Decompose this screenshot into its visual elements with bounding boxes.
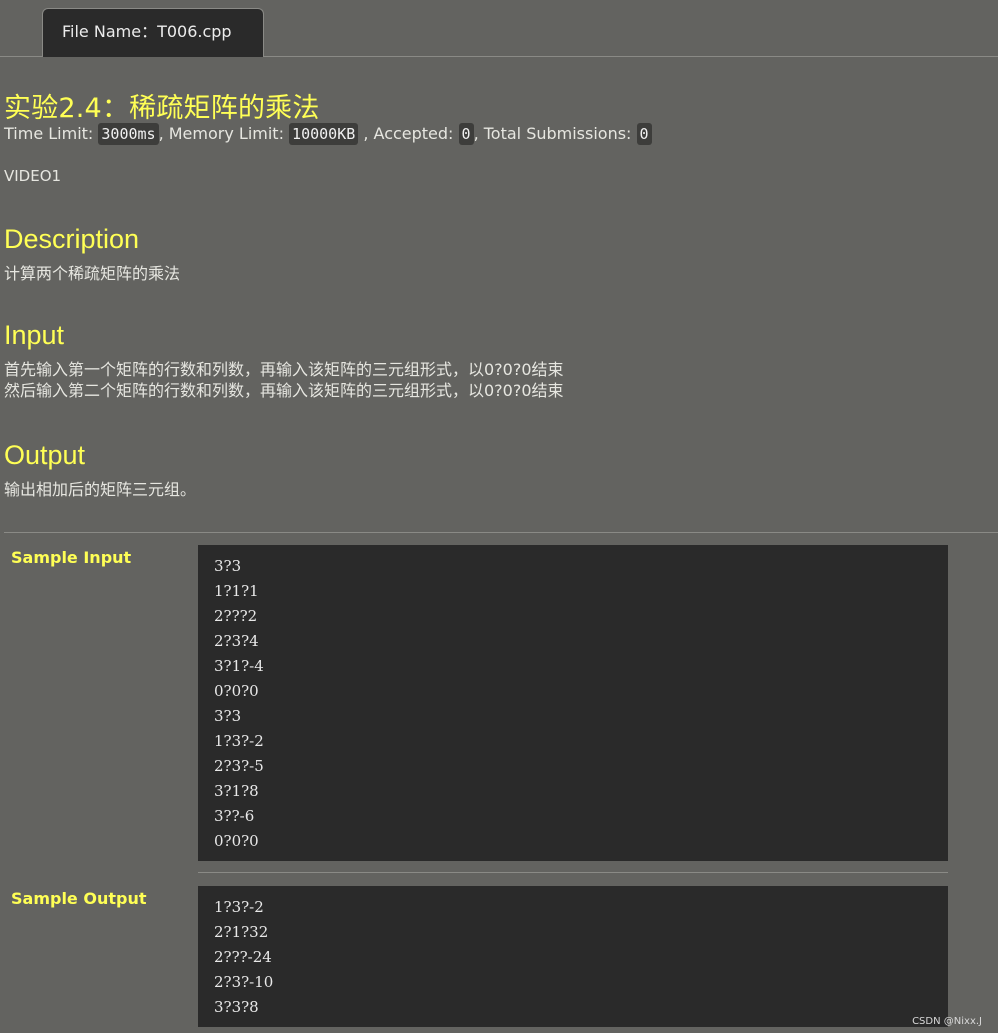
code-line: 3?3 — [214, 707, 242, 725]
input-text-line-1: 首先输入第一个矩阵的行数和列数，再输入该矩阵的三元组形式，以0?0?0结束 — [4, 360, 564, 379]
code-line: 3?3 — [214, 557, 242, 575]
tab-file-name[interactable]: File Name：T006.cpp — [42, 8, 264, 57]
code-line: 0?0?0 — [214, 682, 259, 700]
code-line: 2?3?-10 — [214, 973, 274, 991]
code-line: 3?1?8 — [214, 782, 259, 800]
code-line: 2?1?32 — [214, 923, 269, 941]
memory-limit-value: 10000KB — [289, 123, 359, 145]
total-submissions-label: , Total Submissions: — [473, 124, 637, 143]
input-text-line-2: 然后输入第二个矩阵的行数和列数，再输入该矩阵的三元组形式，以0?0?0结束 — [4, 381, 564, 400]
code-line: 2?3?-5 — [214, 757, 264, 775]
video-link[interactable]: VIDEO1 — [4, 167, 61, 185]
code-line: 1?1?1 — [214, 582, 259, 600]
output-text: 输出相加后的矩阵三元组。 — [4, 480, 197, 499]
sample-separator — [198, 872, 948, 873]
code-line: 2?3?4 — [214, 632, 259, 650]
tab-bar: File Name：T006.cpp — [0, 0, 998, 57]
code-line: 3?3?8 — [214, 998, 259, 1016]
accepted-label: , Accepted: — [358, 124, 459, 143]
description-heading: Description — [4, 224, 140, 254]
sample-input-label: Sample Input — [11, 548, 132, 567]
total-submissions-value: 0 — [636, 123, 652, 145]
description-text: 计算两个稀疏矩阵的乘法 — [4, 264, 181, 283]
sample-output-box: 1?3?-2 2?1?32 2???-24 2?3?-10 3?3?8 — [198, 886, 948, 1027]
limits-line: Time Limit: 3000ms, Memory Limit: 10000K… — [4, 123, 652, 145]
input-heading: Input — [4, 320, 65, 350]
code-line: 2???-24 — [214, 948, 272, 966]
problem-title: 实验2.4：稀疏矩阵的乘法 — [4, 93, 320, 124]
sample-output-label: Sample Output — [11, 889, 147, 908]
time-limit-label: Time Limit: — [4, 124, 99, 143]
time-limit-value: 3000ms — [98, 123, 159, 145]
divider — [4, 532, 998, 533]
code-line: 3??-6 — [214, 807, 255, 825]
sample-input-box: 3?3 1?1?1 2???2 2?3?4 3?1?-4 0?0?0 3?3 1… — [198, 545, 948, 861]
code-line: 0?0?0 — [214, 832, 259, 850]
memory-limit-label: , Memory Limit: — [158, 124, 290, 143]
output-heading: Output — [4, 440, 86, 470]
accepted-value: 0 — [458, 123, 474, 145]
watermark: CSDN @Nixx.J — [912, 1016, 982, 1027]
code-line: 1?3?-2 — [214, 732, 264, 750]
code-line: 3?1?-4 — [214, 657, 264, 675]
code-line: 1?3?-2 — [214, 898, 264, 916]
code-line: 2???2 — [214, 607, 258, 625]
